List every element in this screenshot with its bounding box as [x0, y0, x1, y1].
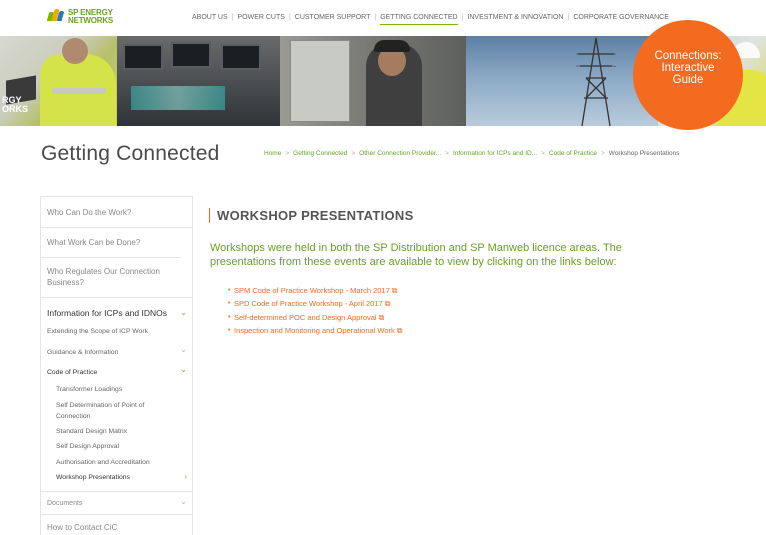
- presentation-link-item[interactable]: SPD Code of Practice Workshop - April 20…: [228, 297, 403, 311]
- control-panel-glow: [131, 86, 225, 110]
- hero-photo-control-room: [117, 36, 280, 126]
- sign-line-2: ORKS: [2, 104, 29, 114]
- sidebar-item-who-can-do-work[interactable]: Who Can Do the Work?: [41, 196, 192, 227]
- breadcrumb-information-icps[interactable]: Information for ICPs and ID...: [453, 150, 537, 157]
- presentation-link-item[interactable]: Inspection and Monitoring and Operationa…: [228, 324, 403, 338]
- presentation-link-item[interactable]: Self-determined POC and Design Approval⧉: [228, 311, 403, 325]
- breadcrumb-other-connection-providers[interactable]: Other Connection Provider...: [359, 150, 441, 157]
- nav-about-us[interactable]: ABOUT US: [188, 14, 232, 21]
- nav-power-cuts[interactable]: POWER CUTS: [233, 14, 288, 21]
- hero-photo-engineer-laptop: RGY ORKS: [0, 36, 117, 126]
- monitor-shape: [123, 44, 163, 70]
- link-spd-code-of-practice[interactable]: SPD Code of Practice Workshop - April 20…: [234, 299, 383, 308]
- worker-head-shape: [62, 38, 88, 64]
- sidebar-item-documents[interactable]: Documents ⌄: [41, 491, 192, 514]
- sidebar-item-information-icps[interactable]: Information for ICPs and IDNOs ⌄: [41, 297, 192, 321]
- switchgear-cabinet-shape: [290, 40, 350, 122]
- worker-cap-shape: [374, 40, 410, 52]
- link-spm-code-of-practice[interactable]: SPM Code of Practice Workshop - March 20…: [234, 286, 390, 295]
- connections-interactive-guide-button[interactable]: Connections: Interactive Guide: [633, 20, 743, 130]
- sidebar-item-label: What Work Can be Done?: [47, 238, 141, 247]
- sidebar-item-label: Who Regulates Our Connection Business?: [47, 267, 160, 287]
- chevron-down-icon: ⌄: [180, 308, 187, 317]
- monitor-shape: [221, 44, 261, 70]
- sidebar-item-what-work[interactable]: What Work Can be Done?: [41, 227, 192, 257]
- hero-sign-text: RGY ORKS: [2, 96, 28, 114]
- chevron-down-icon[interactable]: ⌄: [180, 345, 187, 354]
- breadcrumb-current: Workshop Presentations: [608, 150, 680, 157]
- sidebar-link-authorisation[interactable]: Authorisation and Accreditation: [56, 457, 166, 468]
- breadcrumb-code-of-practice[interactable]: Code of Practice: [549, 150, 597, 157]
- sidebar-item-who-regulates[interactable]: Who Regulates Our Connection Business?: [41, 257, 181, 297]
- cta-line-2: Interactive: [661, 62, 715, 74]
- sidebar-link-self-determination-poc[interactable]: Self Determination of Point of Connectio…: [56, 400, 166, 422]
- chevron-down-icon: ⌄: [180, 497, 187, 506]
- breadcrumb-separator: >: [285, 150, 290, 157]
- external-link-icon: ⧉: [378, 312, 385, 322]
- link-self-determined-poc[interactable]: Self-determined POC and Design Approval: [234, 313, 377, 322]
- hero-photo-pylon: [466, 36, 658, 126]
- sidebar-subitem-extending-scope[interactable]: Extending the Scope of ICP Work: [47, 328, 148, 335]
- logo-line-2: NETWORKS: [68, 16, 114, 25]
- presentation-link-item[interactable]: SPM Code of Practice Workshop - March 20…: [228, 284, 403, 298]
- site-header: SP ENERGY NETWORKS ABOUT US | POWER CUTS…: [0, 0, 766, 36]
- hero-photo-substation-worker: [280, 36, 466, 126]
- chevron-down-icon[interactable]: ⌄: [180, 365, 187, 374]
- sidebar-link-workshop-presentations[interactable]: Workshop Presentations: [56, 472, 166, 483]
- nav-getting-connected[interactable]: GETTING CONNECTED: [376, 14, 461, 25]
- page-title: Getting Connected: [41, 142, 220, 165]
- logo-text: SP ENERGY NETWORKS: [68, 9, 113, 25]
- breadcrumb-home[interactable]: Home: [264, 150, 281, 157]
- sidebar-item-how-to-contact[interactable]: How to Contact CiC: [41, 514, 192, 535]
- link-inspection-monitoring[interactable]: Inspection and Monitoring and Operationa…: [234, 326, 395, 335]
- chevron-right-icon: ›: [184, 472, 187, 481]
- sidebar-link-transformer-loadings[interactable]: Transformer Loadings: [56, 384, 166, 395]
- worker-vest-shape: [40, 54, 116, 126]
- breadcrumb: Home > Getting Connected > Other Connect…: [264, 150, 680, 157]
- nav-customer-support[interactable]: CUSTOMER SUPPORT: [291, 14, 375, 21]
- breadcrumb-separator: >: [351, 150, 356, 157]
- logo-mark-icon: [46, 9, 65, 21]
- section-title: WORKSHOP PRESENTATIONS: [209, 208, 414, 223]
- cta-line-1: Connections:: [654, 50, 722, 62]
- breadcrumb-separator: >: [541, 150, 545, 157]
- sp-energy-networks-logo[interactable]: SP ENERGY NETWORKS: [46, 9, 113, 25]
- intro-paragraph: Workshops were held in both the SP Distr…: [210, 242, 622, 268]
- breadcrumb-separator: >: [601, 150, 605, 157]
- nav-investment-innovation[interactable]: INVESTMENT & INNOVATION: [463, 14, 567, 21]
- breadcrumb-getting-connected[interactable]: Getting Connected: [293, 150, 347, 157]
- external-link-icon: ⧉: [391, 286, 398, 295]
- sidebar-nav: Who Can Do the Work? What Work Can be Do…: [40, 196, 193, 535]
- sidebar-item-label: How to Contact CiC: [47, 523, 118, 532]
- sidebar-item-label: Who Can Do the Work?: [47, 208, 132, 217]
- sidebar-subitem-code-of-practice[interactable]: Code of Practice: [47, 369, 97, 376]
- monitor-shape: [171, 42, 211, 68]
- sidebar-subitem-guidance[interactable]: Guidance & Information: [47, 349, 118, 356]
- sidebar-item-label: Documents: [47, 500, 83, 507]
- sidebar-link-self-design-approval[interactable]: Self Design Approval: [56, 441, 166, 452]
- pylon-icon: [576, 38, 616, 126]
- nav-corporate-governance[interactable]: CORPORATE GOVERNANCE: [569, 14, 673, 21]
- breadcrumb-separator: >: [445, 150, 449, 157]
- presentation-links-list: SPM Code of Practice Workshop - March 20…: [228, 284, 403, 338]
- external-link-icon: ⧉: [396, 326, 403, 336]
- cta-line-3: Guide: [672, 74, 704, 86]
- sidebar-link-standard-design-matrix[interactable]: Standard Design Matrix: [56, 426, 166, 437]
- top-navigation: ABOUT US | POWER CUTS | CUSTOMER SUPPORT…: [188, 14, 673, 25]
- external-link-icon: ⧉: [384, 299, 391, 309]
- sidebar-item-label: Information for ICPs and IDNOs: [47, 308, 167, 318]
